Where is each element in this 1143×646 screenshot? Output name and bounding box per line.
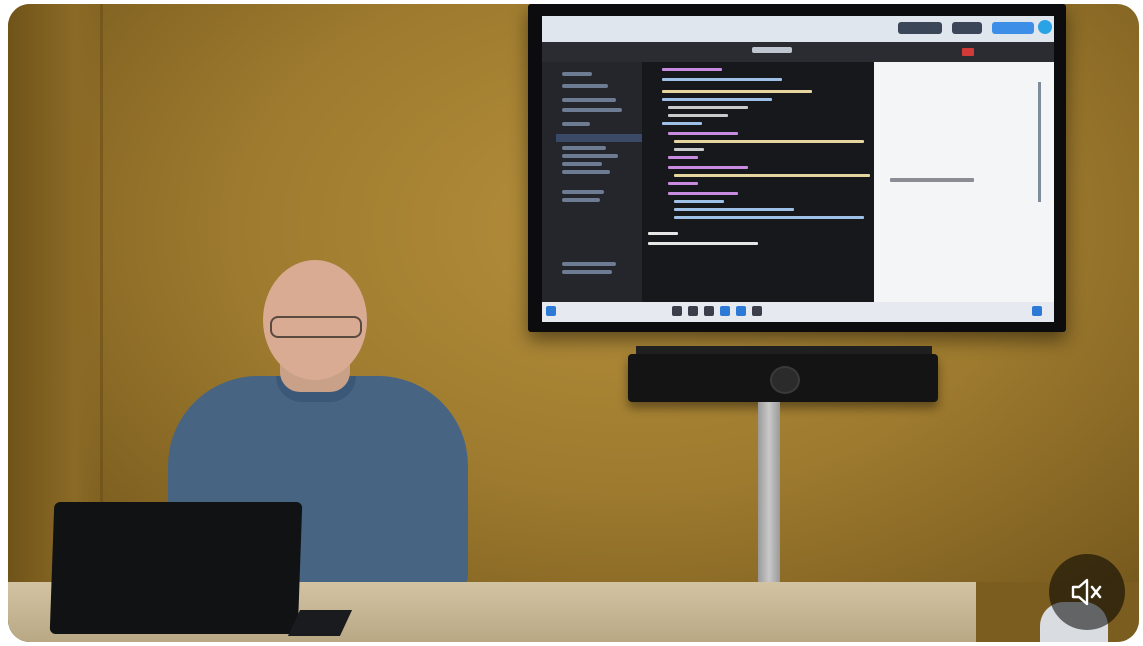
explorer-line — [562, 108, 622, 112]
explorer-line — [562, 262, 616, 266]
browser-toolbar — [542, 16, 1054, 42]
code-line — [674, 140, 864, 143]
code-line — [662, 68, 722, 71]
explorer-line — [562, 98, 616, 102]
notification-icon — [1032, 306, 1042, 316]
code-editor — [642, 62, 874, 302]
code-line — [674, 174, 870, 177]
code-line — [668, 132, 738, 135]
unmute-button[interactable] — [1049, 554, 1125, 630]
code-line — [648, 232, 678, 235]
code-line — [674, 216, 864, 219]
start-icon — [546, 306, 556, 316]
code-line — [668, 156, 698, 159]
browser-button — [898, 22, 942, 34]
explorer-line — [562, 270, 612, 274]
person-glasses — [270, 316, 362, 338]
code-line — [674, 208, 794, 211]
tab-title — [752, 47, 792, 53]
taskbar-app-icon — [672, 306, 682, 316]
code-line — [668, 182, 698, 185]
code-line — [648, 242, 758, 245]
explorer-line — [562, 146, 606, 150]
soundbar-camera — [628, 354, 938, 402]
explorer-line — [562, 198, 600, 202]
preview-scrollbar — [1038, 82, 1041, 202]
tv-screen — [542, 16, 1054, 322]
preview-text-line — [890, 178, 974, 182]
explorer-line — [562, 162, 602, 166]
tv-mount-shelf — [636, 346, 932, 354]
explorer-line — [562, 84, 608, 88]
code-line — [668, 166, 748, 169]
tv-monitor — [528, 4, 1066, 332]
explorer-line — [562, 154, 618, 158]
laptop — [49, 502, 303, 634]
code-line — [662, 90, 812, 93]
code-line — [668, 114, 728, 117]
code-line — [674, 200, 724, 203]
explorer-line — [562, 170, 610, 174]
explorer-line — [562, 122, 590, 126]
code-line — [668, 192, 738, 195]
explorer-line — [562, 72, 592, 76]
recording-indicator — [962, 48, 974, 56]
explorer-line — [562, 190, 604, 194]
code-line — [668, 106, 748, 109]
preview-pane — [874, 62, 1054, 302]
mount-pole — [758, 402, 780, 602]
editor-tabbar — [542, 42, 1054, 62]
video-player[interactable] — [8, 4, 1139, 642]
code-line — [662, 78, 782, 81]
file-explorer — [542, 62, 642, 302]
taskbar-app-icon — [752, 306, 762, 316]
camera-lens — [770, 366, 800, 394]
code-line — [662, 122, 702, 125]
taskbar-app-icon — [720, 306, 730, 316]
code-line — [662, 98, 772, 101]
browser-button — [992, 22, 1034, 34]
code-line — [674, 148, 704, 151]
avatar — [1038, 20, 1052, 34]
taskbar-app-icon — [736, 306, 746, 316]
explorer-selected-item — [556, 134, 642, 142]
taskbar-app-icon — [688, 306, 698, 316]
browser-button — [952, 22, 982, 34]
os-taskbar — [542, 302, 1054, 322]
taskbar-app-icon — [704, 306, 714, 316]
